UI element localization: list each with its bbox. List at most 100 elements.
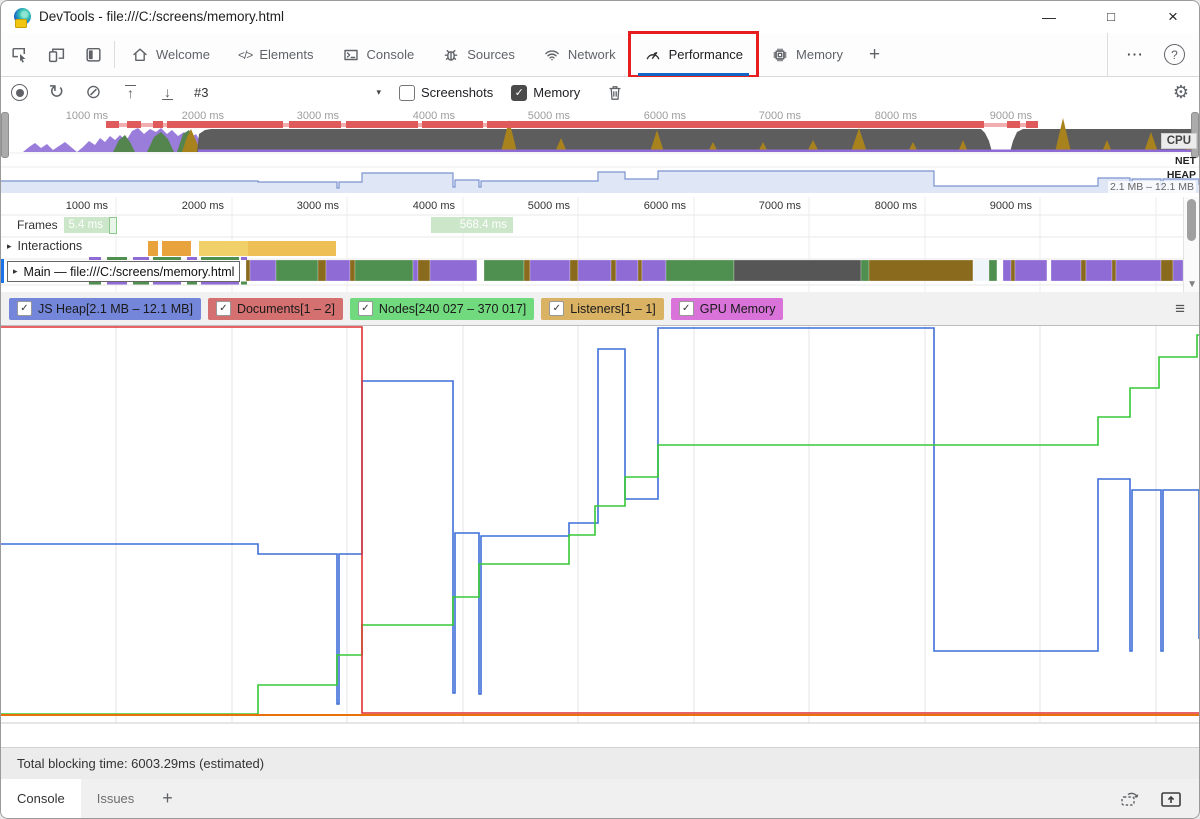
- total-blocking-time-text: Total blocking time: 6003.29ms (estimate…: [17, 756, 265, 771]
- ruler-label: 4000 ms: [412, 200, 455, 212]
- ruler-label: 2000 ms: [181, 200, 224, 212]
- ruler-label: 4000 ms: [412, 110, 455, 122]
- legend-item-4[interactable]: ✓ GPU Memory: [670, 297, 784, 320]
- ruler-label: 9000 ms: [989, 200, 1032, 212]
- inspect-element-icon[interactable]: [1, 33, 38, 76]
- checkbox-checked-icon[interactable]: ✓: [357, 301, 373, 316]
- delete-recording-button[interactable]: [596, 83, 633, 103]
- minimize-button[interactable]: —: [1027, 1, 1071, 32]
- ruler-label: 6000 ms: [643, 200, 686, 212]
- home-icon: [133, 48, 147, 61]
- capture-settings-gear-icon[interactable]: ⚙: [1173, 82, 1189, 103]
- close-button[interactable]: ×: [1151, 1, 1195, 32]
- more-options-button[interactable]: ⋯: [1114, 45, 1156, 65]
- expand-triangle-icon[interactable]: ▸: [13, 266, 18, 277]
- tab-performance[interactable]: Performance: [627, 31, 760, 78]
- window-title: DevTools - file:///C:/screens/memory.htm…: [39, 9, 285, 24]
- ruler-label: 1000 ms: [65, 200, 108, 212]
- ruler-label: 5000 ms: [527, 110, 570, 122]
- checkbox-checked-icon[interactable]: ✓: [549, 301, 565, 316]
- devtools-tab-bar: Welcome </> Elements Console Sources Network P…: [1, 31, 1199, 78]
- memory-checkbox[interactable]: ✓ Memory: [511, 84, 580, 101]
- checkbox-checked-icon[interactable]: ✓: [215, 301, 231, 316]
- legend-item-2[interactable]: ✓ Nodes[240 027 – 370 017]: [349, 297, 535, 320]
- bug-icon: [444, 49, 458, 61]
- title-bar: DevTools - file:///C:/screens/memory.htm…: [1, 1, 1199, 33]
- legend-item-1[interactable]: ✓ Documents[1 – 2]: [207, 297, 343, 320]
- main-track-label[interactable]: ▸ Main — file:///C:/screens/memory.html: [7, 261, 241, 282]
- devtools-window: DevTools - file:///C:/screens/memory.htm…: [0, 0, 1200, 819]
- tracks-scrollbar[interactable]: ▼: [1183, 197, 1199, 292]
- ruler-label: 3000 ms: [296, 110, 339, 122]
- divider: [114, 41, 115, 68]
- load-profile-button[interactable]: ↑: [112, 85, 149, 100]
- memory-counters-chart[interactable]: [1, 326, 1199, 726]
- frame-mini-chip: [109, 217, 117, 234]
- scroll-down-arrow-icon[interactable]: ▼: [1187, 279, 1197, 290]
- memory-chart-svg: [1, 326, 1199, 724]
- tab-network[interactable]: Network: [529, 33, 630, 76]
- net-strip-label: NET: [1175, 155, 1196, 167]
- tab-label: Performance: [668, 47, 744, 62]
- legend-item-3[interactable]: ✓ Listeners[1 – 1]: [541, 297, 664, 320]
- chip-icon: [773, 48, 787, 61]
- screenshots-checkbox[interactable]: Screenshots: [399, 84, 493, 101]
- tab-welcome[interactable]: Welcome: [117, 33, 224, 76]
- record-button[interactable]: [1, 84, 38, 101]
- legend-item-0[interactable]: ✓ JS Heap[2.1 MB – 12.1 MB]: [9, 297, 201, 320]
- drawer-tab-issues[interactable]: Issues: [81, 779, 151, 818]
- maximize-button[interactable]: □: [1089, 1, 1133, 32]
- series-js-heap: [1, 327, 1199, 705]
- panel-tabs: Welcome </> Elements Console Sources Network P…: [117, 31, 857, 78]
- tab-label: Elements: [259, 47, 314, 62]
- legend-menu-icon[interactable]: ≡: [1175, 299, 1185, 319]
- save-profile-button[interactable]: ↓: [149, 85, 186, 100]
- ruler-label: 7000 ms: [758, 110, 801, 122]
- main-track-selection-bar: [1, 259, 4, 283]
- tab-label: Network: [567, 47, 616, 62]
- scrollbar-thumb[interactable]: [1187, 199, 1196, 241]
- total-blocking-time-bar: Total blocking time: 6003.29ms (estimate…: [1, 747, 1199, 780]
- device-emulation-icon[interactable]: [38, 33, 75, 76]
- tab-console[interactable]: Console: [328, 33, 429, 76]
- wifi-icon: [545, 49, 559, 60]
- drawer-tab-bar: Console Issues +: [1, 779, 1199, 818]
- overview-left-handle[interactable]: [1, 112, 9, 158]
- ruler-label: 7000 ms: [758, 200, 801, 212]
- interactions-track-label[interactable]: ▸ Interactions: [7, 239, 82, 253]
- expand-triangle-icon[interactable]: ▸: [7, 241, 12, 252]
- checkbox-checked-icon[interactable]: ✓: [678, 301, 694, 316]
- legend-item-label: Nodes[240 027 – 370 017]: [378, 301, 527, 316]
- ruler-label: 9000 ms: [989, 110, 1032, 122]
- ruler-label: 8000 ms: [874, 200, 917, 212]
- legend-items: ✓ JS Heap[2.1 MB – 12.1 MB] ✓ Documents[1 –…: [9, 297, 784, 320]
- timeline-tracks[interactable]: 1000 ms 2000 ms 3000 ms 4000 ms 5000 ms 6000 …: [1, 197, 1199, 293]
- checkbox-checked-icon[interactable]: ✓: [511, 84, 528, 101]
- timeline-overview[interactable]: 1000 ms 2000 ms 3000 ms 4000 ms 5000 ms 6000 …: [1, 108, 1199, 198]
- ruler-label: 1000 ms: [65, 110, 108, 122]
- tab-sources[interactable]: Sources: [428, 33, 529, 76]
- add-panel-button[interactable]: +: [857, 33, 892, 76]
- expand-drawer-icon[interactable]: [1159, 789, 1183, 809]
- tab-memory[interactable]: Memory: [757, 33, 857, 76]
- frames-track-label[interactable]: Frames: [1, 217, 64, 233]
- dock-side-icon[interactable]: [75, 33, 112, 76]
- legend-item-label: JS Heap[2.1 MB – 12.1 MB]: [38, 301, 193, 316]
- series-documents: [1, 326, 1199, 714]
- tab-label: Console: [366, 47, 415, 62]
- legend-item-label: Documents[1 – 2]: [236, 301, 335, 316]
- performance-toolbar: ↻ ⊘ ↑ ↓ #3 ▾ Screenshots ✓ Memory ⚙: [1, 77, 1199, 109]
- checkbox-empty-icon[interactable]: [399, 84, 415, 101]
- ruler-label: 2000 ms: [181, 110, 224, 122]
- history-dropdown-caret-icon[interactable]: ▾: [376, 87, 381, 98]
- tab-elements[interactable]: </> Elements: [224, 33, 328, 76]
- code-brackets-icon: </>: [237, 47, 253, 62]
- ruler-label: 6000 ms: [643, 110, 686, 122]
- drawer-add-tab-button[interactable]: +: [150, 779, 185, 818]
- help-button[interactable]: ?: [1164, 44, 1185, 65]
- drawer-tab-console[interactable]: Console: [1, 779, 81, 818]
- reload-and-record-button[interactable]: ↻: [38, 83, 75, 102]
- checkbox-checked-icon[interactable]: ✓: [17, 301, 32, 316]
- restart-frame-icon[interactable]: [1119, 789, 1141, 809]
- clear-recordings-button[interactable]: ⊘: [75, 83, 112, 102]
